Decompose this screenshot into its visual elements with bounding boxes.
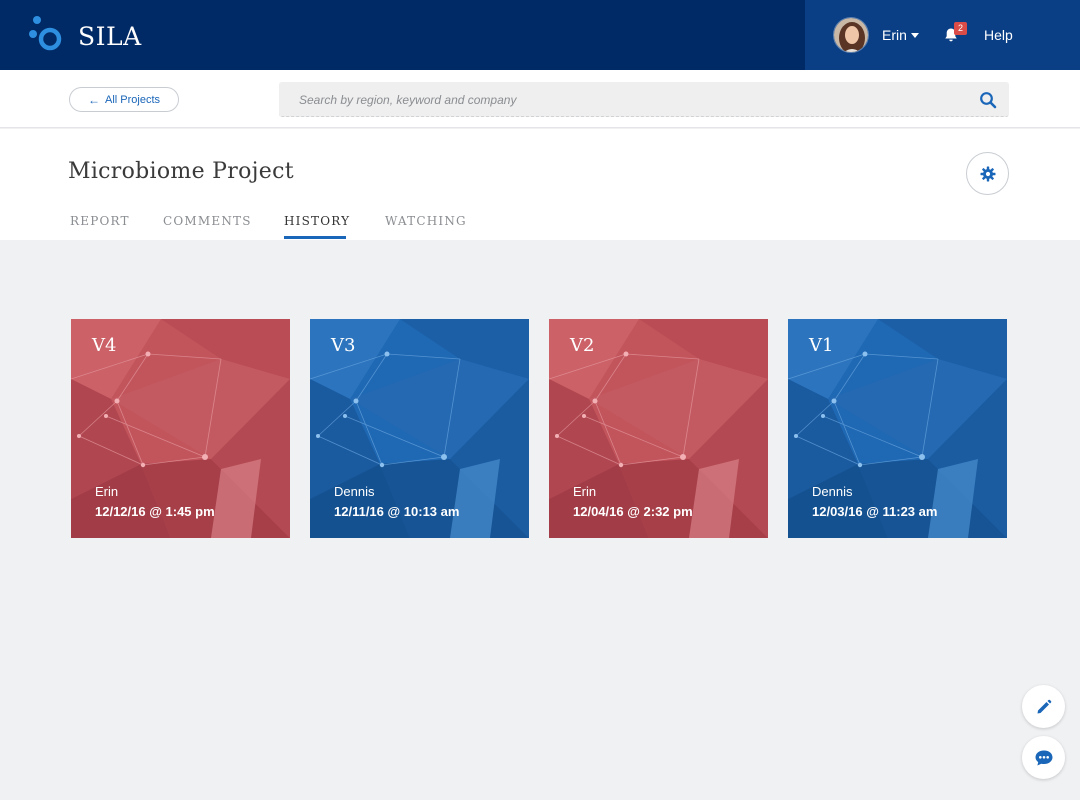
version-card[interactable]: V1 Dennis 12/03/16 @ 11:23 am <box>788 319 1007 538</box>
version-date: 12/03/16 @ 11:23 am <box>812 504 938 519</box>
chat-icon <box>1035 750 1052 765</box>
edit-button[interactable] <box>1022 685 1065 728</box>
version-label: V2 <box>570 335 595 356</box>
arrow-left-icon: ← <box>87 92 100 107</box>
sila-logo-icon[interactable] <box>28 15 68 53</box>
tab-watching[interactable]: WATCHING <box>385 214 467 228</box>
all-projects-button[interactable]: ← All Projects <box>69 87 179 112</box>
brand-name[interactable]: SILA <box>78 22 142 51</box>
project-header <box>0 129 1080 240</box>
tab-history[interactable]: HISTORY <box>284 214 350 228</box>
chat-button[interactable] <box>1022 736 1065 779</box>
search-box <box>279 82 1009 117</box>
edit-icon <box>1037 699 1051 713</box>
all-projects-label: All Projects <box>104 93 161 106</box>
tab-report[interactable]: REPORT <box>70 214 130 228</box>
version-label: V4 <box>92 335 117 356</box>
search-input[interactable] <box>299 82 959 117</box>
help-link[interactable]: Help <box>984 27 1013 43</box>
version-date: 12/12/16 @ 1:45 pm <box>95 504 215 519</box>
version-label: V1 <box>809 335 834 356</box>
gear-icon <box>980 166 995 181</box>
avatar[interactable] <box>833 17 869 53</box>
user-name[interactable]: Erin <box>882 27 907 43</box>
tab-comments[interactable]: COMMENTS <box>163 214 252 228</box>
version-label: V3 <box>331 335 356 356</box>
version-author: Erin <box>573 484 597 499</box>
search-icon[interactable] <box>979 91 997 109</box>
page-title: Microbiome Project <box>68 159 294 184</box>
version-author: Dennis <box>334 484 375 499</box>
version-card[interactable]: V4 Erin 12/12/16 @ 1:45 pm <box>71 319 290 538</box>
chevron-down-icon[interactable] <box>911 33 919 38</box>
version-date: 12/04/16 @ 2:32 pm <box>573 504 693 519</box>
active-tab-indicator <box>284 236 346 239</box>
version-card[interactable]: V3 Dennis 12/11/16 @ 10:13 am <box>310 319 529 538</box>
settings-button[interactable] <box>966 152 1009 195</box>
version-author: Erin <box>95 484 119 499</box>
version-card[interactable]: V2 Erin 12/04/16 @ 2:32 pm <box>549 319 768 538</box>
version-author: Dennis <box>812 484 853 499</box>
version-date: 12/11/16 @ 10:13 am <box>334 504 460 519</box>
notification-badge: 2 <box>954 22 967 35</box>
